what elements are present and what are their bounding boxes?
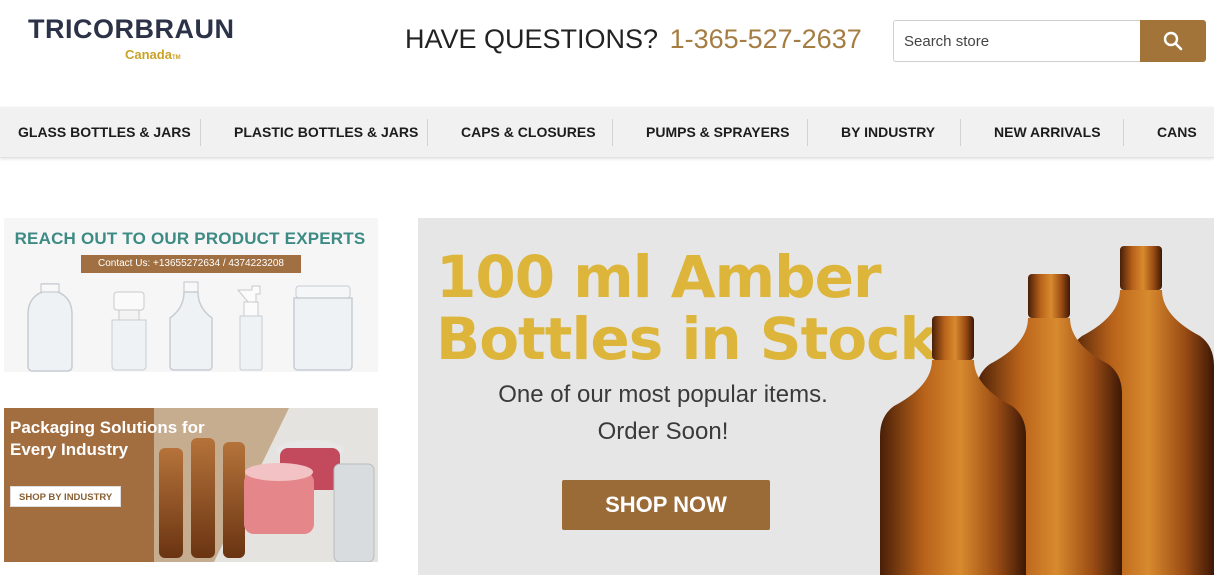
nav-glass-bottles-jars[interactable]: GLASS BOTTLES & JARS bbox=[18, 107, 191, 158]
main-nav: GLASS BOTTLES & JARS PLASTIC BOTTLES & J… bbox=[0, 107, 1214, 158]
nav-plastic-bottles-jars[interactable]: PLASTIC BOTTLES & JARS bbox=[234, 107, 418, 158]
logo-wordmark: TRICORBRAUN bbox=[28, 14, 235, 44]
nav-pumps-sprayers[interactable]: PUMPS & SPRAYERS bbox=[646, 107, 789, 158]
contact-prompt: HAVE QUESTIONS? 1-365-527-2637 bbox=[405, 24, 862, 55]
hero-subtitle: One of our most popular items. Order Soo… bbox=[458, 376, 868, 450]
logo-region: CanadaTM bbox=[125, 47, 181, 62]
nav-caps-closures[interactable]: CAPS & CLOSURES bbox=[461, 107, 596, 158]
shop-by-industry-button[interactable]: SHOP BY INDUSTRY bbox=[10, 486, 122, 507]
nav-by-industry[interactable]: BY INDUSTRY bbox=[841, 107, 935, 158]
phone-link[interactable]: 1-365-527-2637 bbox=[670, 24, 862, 54]
experts-banner-title: REACH OUT TO OUR PRODUCT EXPERTS bbox=[14, 229, 366, 248]
nav-divider bbox=[200, 119, 201, 146]
experts-contact-info: Contact Us: +13655272634 / 4374223208 bbox=[81, 255, 301, 273]
nav-divider bbox=[612, 119, 613, 146]
search-icon bbox=[1163, 31, 1183, 51]
questions-label: HAVE QUESTIONS? bbox=[405, 24, 659, 54]
hero-subtitle-line1: One of our most popular items. bbox=[498, 381, 828, 408]
industry-banner[interactable]: Packaging Solutions for Every Industry S… bbox=[4, 408, 378, 562]
site-header: TRICORBRAUN CanadaTM HAVE QUESTIONS? 1-3… bbox=[0, 0, 1214, 107]
product-experts-banner[interactable]: REACH OUT TO OUR PRODUCT EXPERTS Contact… bbox=[4, 218, 378, 372]
search-input[interactable] bbox=[893, 20, 1141, 62]
nav-cans[interactable]: CANS bbox=[1157, 107, 1197, 158]
industry-banner-title: Packaging Solutions for Every Industry bbox=[10, 418, 205, 459]
amber-bottles-image bbox=[880, 246, 1214, 575]
shop-now-button[interactable]: SHOP NOW bbox=[562, 480, 770, 530]
search-form bbox=[893, 20, 1206, 62]
hero-title-line1: 100 ml Amber bbox=[436, 243, 882, 311]
hero-subtitle-line2: Order Soon! bbox=[597, 418, 729, 445]
nav-divider bbox=[1123, 119, 1124, 146]
hero-banner[interactable]: 100 ml Amber Bottles in Stock One of our… bbox=[418, 218, 1214, 575]
nav-divider bbox=[960, 119, 961, 146]
nav-divider bbox=[427, 119, 428, 146]
nav-new-arrivals[interactable]: NEW ARRIVALS bbox=[994, 107, 1101, 158]
hero-title-line2: Bottles in Stock bbox=[436, 305, 938, 373]
product-containers-image bbox=[27, 281, 353, 372]
logo-trademark: TM bbox=[171, 55, 181, 61]
nav-divider bbox=[807, 119, 808, 146]
tricorbraun-logo[interactable]: TRICORBRAUN CanadaTM bbox=[28, 14, 278, 66]
hero-title: 100 ml Amber Bottles in Stock bbox=[436, 243, 938, 373]
search-button[interactable] bbox=[1140, 20, 1206, 62]
